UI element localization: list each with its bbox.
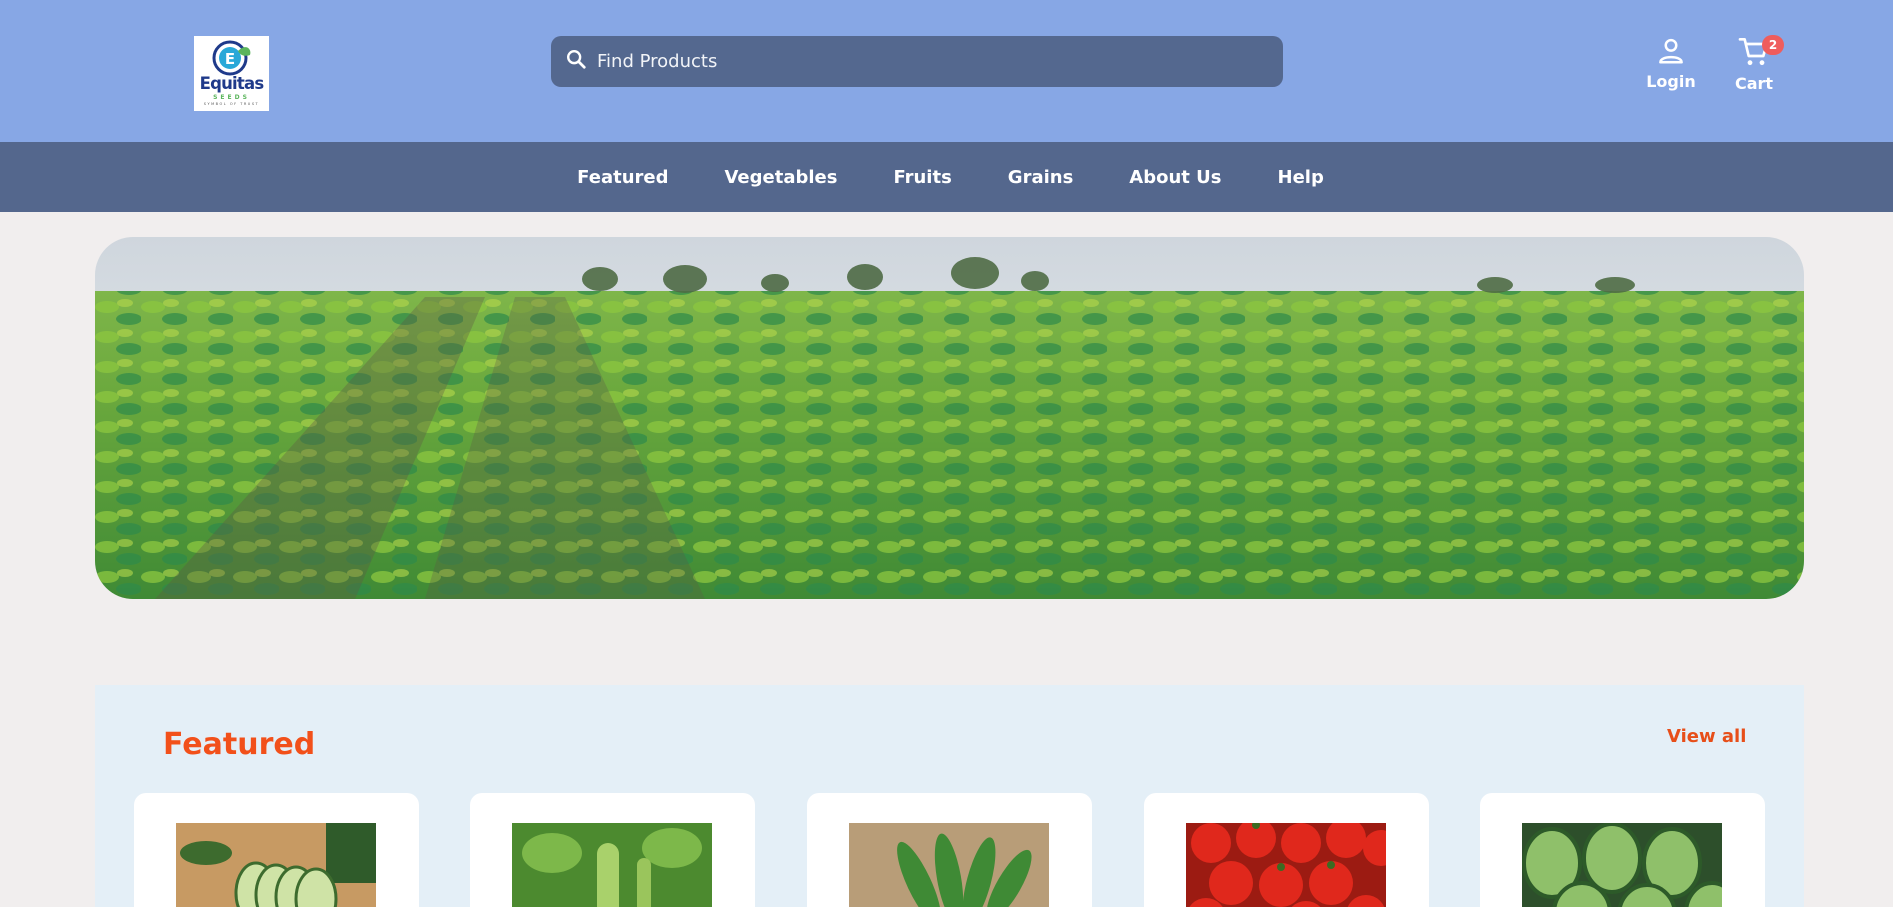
nav-item-help[interactable]: Help [1270,167,1324,188]
svg-text:E: E [225,50,235,68]
crop-field-image [95,237,1804,599]
cart-label: Cart [1734,74,1774,93]
hero-banner [95,237,1804,599]
logo-wordmark: Equitas [199,74,265,93]
watermelon-image [1522,823,1722,907]
login-button[interactable]: Login [1631,36,1711,91]
nav-item-about-us[interactable]: About Us [1121,167,1221,188]
product-card-bottle-gourd[interactable] [470,793,755,907]
brand-logo[interactable]: E Equitas SEEDS SYMBOL OF TRUST [194,36,269,111]
site-header: E Equitas SEEDS SYMBOL OF TRUST Login 2 … [0,0,1893,142]
user-icon [1659,38,1683,64]
featured-section: Featured View all [95,685,1804,907]
cart-count-badge: 2 [1762,35,1784,55]
view-all-link[interactable]: View all [1667,726,1746,747]
bottle-gourd-image [512,823,712,907]
logo-mark-icon: E [212,40,251,76]
nav-item-featured[interactable]: Featured [569,167,668,188]
cucumber-image [176,823,376,907]
tomato-image [1186,823,1386,907]
search-input[interactable] [597,36,1267,87]
logo-tagline: SYMBOL OF TRUST [203,102,260,106]
main-nav: Featured Vegetables Fruits Grains About … [0,142,1893,212]
okra-image [849,823,1049,907]
search-icon[interactable] [565,48,587,70]
product-card-tomato[interactable] [1144,793,1429,907]
search-bar [551,36,1283,87]
cart-button[interactable]: 2 Cart [1714,35,1794,93]
nav-item-fruits[interactable]: Fruits [885,167,951,188]
product-card-watermelon[interactable] [1480,793,1765,907]
logo-subtitle: SEEDS [213,94,250,101]
nav-item-grains[interactable]: Grains [1000,167,1074,188]
login-label: Login [1646,72,1696,91]
nav-item-vegetables[interactable]: Vegetables [716,167,837,188]
product-card-okra[interactable] [807,793,1092,907]
featured-title: Featured [163,727,316,762]
product-card-cucumber[interactable] [134,793,419,907]
